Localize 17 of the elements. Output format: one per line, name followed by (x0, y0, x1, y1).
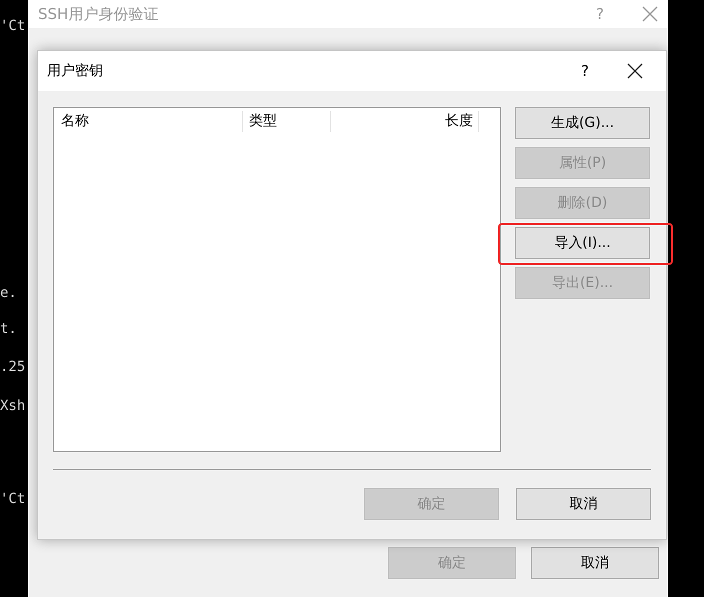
terminal-text: 'Ct (0, 490, 26, 509)
dialog-button[interactable]: 导入(I)... (515, 227, 650, 259)
terminal-text: e. (0, 284, 17, 303)
terminal-text: 'Ct (0, 17, 26, 36)
terminal-text: .25 (0, 358, 26, 377)
dialog-button[interactable]: 生成(G)... (515, 107, 650, 139)
help-button[interactable]: ? (581, 60, 589, 82)
terminal-text: Xsh (0, 397, 26, 416)
dialog-button[interactable]: 取消 (531, 547, 659, 579)
dialog-title: 用户密钥 (47, 62, 104, 80)
column-header[interactable]: 名称 (54, 110, 243, 132)
terminal-text: t. (0, 320, 17, 339)
column-header[interactable]: 长度 (331, 110, 479, 132)
dialog-button[interactable]: 取消 (516, 488, 651, 520)
close-icon[interactable] (627, 63, 643, 79)
column-header[interactable]: 类型 (243, 110, 331, 132)
window-title: SSH用户身份验证 (38, 4, 160, 25)
